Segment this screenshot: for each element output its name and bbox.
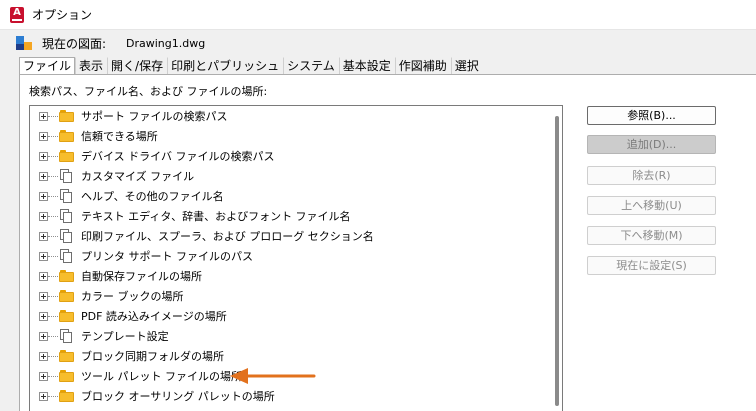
move-up-button[interactable]: 上へ移動(U) (587, 196, 716, 215)
tree-connector (48, 135, 58, 137)
tab-system[interactable]: システム (283, 57, 339, 75)
files-tab-panel: 検索パス、ファイル名、および ファイルの場所: ブロック オーサリング パレット… (19, 74, 756, 411)
folder-icon (59, 370, 74, 382)
add-button[interactable]: 追加(D)... (587, 135, 716, 154)
tree-item-label: ツール パレット ファイルの場所 (81, 370, 242, 383)
tree-item[interactable]: ブロック オーサリング パレットの場所 (30, 386, 550, 406)
move-down-button[interactable]: 下へ移動(M) (587, 226, 716, 245)
tree-connector (48, 375, 58, 377)
pages-icon (59, 329, 74, 343)
tree-item-label: 信頼できる場所 (81, 130, 158, 143)
tree-connector (48, 115, 58, 117)
tree-item-label: 自動保存ファイルの場所 (81, 270, 202, 283)
tree-connector (48, 295, 58, 297)
tree-item[interactable]: 信頼できる場所 (30, 126, 550, 146)
tab-display[interactable]: 表示 (75, 57, 107, 75)
folder-icon (59, 390, 74, 402)
expand-plus-icon[interactable] (39, 111, 48, 121)
tree-item-label: ブロック オーサリング パレットの場所 (81, 390, 275, 403)
folder-icon (59, 130, 74, 142)
current-drawing-label: 現在の図面: (42, 36, 107, 51)
browse-button[interactable]: 参照(B)... (587, 106, 716, 125)
tree-item-label: デバイス ドライバ ファイルの検索パス (81, 150, 275, 163)
tree-item-label: 印刷ファイル、スプーラ、および プロローグ セクション名 (81, 230, 374, 243)
expand-plus-icon[interactable] (39, 351, 48, 361)
folder-icon (59, 290, 74, 302)
tree-connector (48, 215, 58, 217)
tree-connector (48, 175, 58, 177)
pages-icon (59, 209, 74, 223)
tree-item[interactable]: 印刷ファイル、スプーラ、および プロローグ セクション名 (30, 226, 550, 246)
tree-connector (48, 235, 58, 237)
tree-item-label: サポート ファイルの検索パス (81, 110, 228, 123)
current-drawing-name: Drawing1.dwg (126, 36, 206, 50)
tree-connector (48, 275, 58, 277)
title-bar: A オプション (0, 0, 756, 30)
tree-item-label: ヘルプ、その他のファイル名 (81, 190, 224, 203)
folder-icon (59, 310, 74, 322)
expand-plus-icon[interactable] (39, 371, 48, 381)
expand-plus-icon[interactable] (39, 311, 48, 321)
tree-connector (48, 395, 58, 397)
tab-user-preferences[interactable]: 基本設定 (338, 57, 395, 75)
expand-plus-icon[interactable] (39, 191, 48, 201)
expand-plus-icon[interactable] (39, 211, 48, 221)
tab-bar: ファイル 表示 開く/保存 印刷とパブリッシュ システム 基本設定 作図補助 選… (19, 56, 483, 76)
tree-item[interactable]: プリンタ サポート ファイルのパス (30, 246, 550, 266)
expand-plus-icon[interactable] (39, 291, 48, 301)
tree-scrollbar-thumb[interactable] (555, 116, 559, 406)
tree-item[interactable]: ヘルプ、その他のファイル名 (30, 186, 550, 206)
set-current-button[interactable]: 現在に設定(S) (587, 256, 716, 275)
tree-connector (48, 195, 58, 197)
tree-item-label: ブロック同期フォルダの場所 (81, 350, 224, 363)
expand-plus-icon[interactable] (39, 171, 48, 181)
folder-icon (59, 110, 74, 122)
drawing-icon (16, 36, 32, 50)
expand-plus-icon[interactable] (39, 151, 48, 161)
window-title: オプション (32, 8, 93, 22)
tree-connector (48, 255, 58, 257)
expand-plus-icon[interactable] (39, 231, 48, 241)
remove-button[interactable]: 除去(R) (587, 166, 716, 185)
tree-item-label: PDF 読み込みイメージの場所 (81, 310, 227, 323)
tab-drafting[interactable]: 作図補助 (394, 57, 451, 75)
pages-icon (59, 249, 74, 263)
expand-plus-icon[interactable] (39, 331, 48, 341)
folder-icon (59, 350, 74, 362)
tree-item-label: プリンタ サポート ファイルのパス (81, 250, 253, 263)
search-paths-label: 検索パス、ファイル名、および ファイルの場所: (29, 85, 268, 98)
tree-item[interactable]: テキスト エディタ、辞書、およびフォント ファイル名 (30, 206, 550, 226)
expand-plus-icon[interactable] (39, 131, 48, 141)
folder-icon (59, 270, 74, 282)
pages-icon (59, 189, 74, 203)
current-drawing-row: 現在の図面: Drawing1.dwg (0, 30, 756, 56)
tree-item-label: テンプレート設定 (81, 330, 169, 343)
tree-item-label: カラー ブックの場所 (81, 290, 184, 303)
tree-item[interactable]: サポート ファイルの検索パス (30, 106, 550, 126)
tree-item[interactable]: PDF 読み込みイメージの場所 (30, 306, 550, 326)
pages-icon (59, 169, 74, 183)
tab-plot-publish[interactable]: 印刷とパブリッシュ (167, 57, 283, 75)
tree-connector (48, 155, 58, 157)
tree-item[interactable]: 自動保存ファイルの場所 (30, 266, 550, 286)
autocad-logo-icon: A (10, 6, 24, 23)
pages-icon (59, 229, 74, 243)
folder-icon (59, 150, 74, 162)
expand-plus-icon[interactable] (39, 391, 48, 401)
callout-arrow-icon (230, 368, 316, 384)
tree-item[interactable]: ブロック同期フォルダの場所 (30, 346, 550, 366)
tree-item[interactable]: カスタマイズ ファイル (30, 166, 550, 186)
tab-open-save[interactable]: 開く/保存 (107, 57, 167, 75)
tree-connector (48, 315, 58, 317)
tree-item-label: テキスト エディタ、辞書、およびフォント ファイル名 (81, 210, 351, 223)
tab-selection[interactable]: 選択 (450, 57, 483, 75)
tree-item[interactable]: テンプレート設定 (30, 326, 550, 346)
expand-plus-icon[interactable] (39, 251, 48, 261)
tree-item[interactable]: カラー ブックの場所 (30, 286, 550, 306)
tree-connector (48, 355, 58, 357)
tree-item-label: カスタマイズ ファイル (81, 170, 195, 183)
tree-item[interactable]: デバイス ドライバ ファイルの検索パス (30, 146, 550, 166)
expand-plus-icon[interactable] (39, 271, 48, 281)
tree-connector (48, 335, 58, 337)
